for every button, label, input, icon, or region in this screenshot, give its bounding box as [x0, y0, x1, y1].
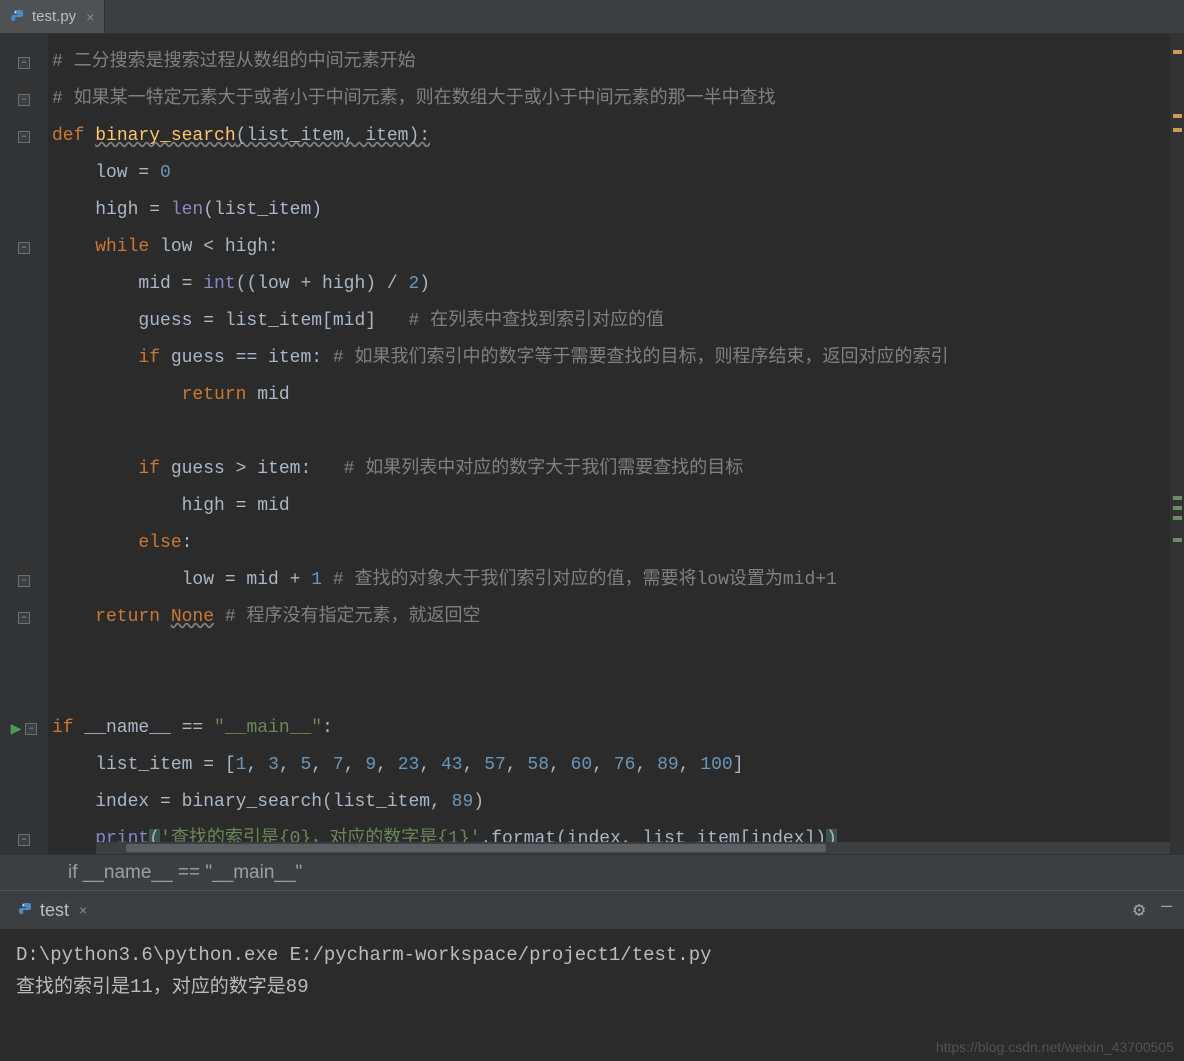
- watermark: https://blog.csdn.net/weixin_43700505: [936, 1039, 1174, 1055]
- comment: # 二分搜索是搜索过程从数组的中间元素开始: [52, 52, 416, 72]
- fold-icon[interactable]: −: [18, 131, 30, 143]
- console-line: 查找的索引是11，对应的数字是89: [16, 971, 1168, 1003]
- fold-icon[interactable]: −: [18, 612, 30, 624]
- horizontal-scrollbar[interactable]: [96, 842, 1170, 854]
- editor-area: − − − − − − ▶− − # 二分搜索是搜索过程从数组的中间元素开始 #…: [0, 34, 1184, 854]
- function-name: binary_search: [95, 126, 235, 146]
- breadcrumb[interactable]: if __name__ == "__main__": [68, 862, 302, 884]
- error-stripe[interactable]: [1170, 34, 1184, 854]
- run-tab-label: test: [40, 900, 69, 921]
- code-panel[interactable]: # 二分搜索是搜索过程从数组的中间元素开始 # 如果某一特定元素大于或者小于中间…: [48, 34, 1184, 854]
- minimize-icon[interactable]: —: [1161, 897, 1172, 923]
- fold-icon[interactable]: −: [18, 57, 30, 69]
- close-icon[interactable]: ×: [86, 9, 94, 25]
- console-output[interactable]: D:\python3.6\python.exe E:/pycharm-works…: [0, 929, 1184, 1013]
- scrollbar-thumb[interactable]: [126, 844, 826, 852]
- fold-icon[interactable]: −: [25, 723, 37, 735]
- console-line: D:\python3.6\python.exe E:/pycharm-works…: [16, 939, 1168, 971]
- tab-test-py[interactable]: test.py ×: [0, 0, 105, 33]
- run-gutter-icon[interactable]: ▶: [11, 718, 22, 740]
- list-literal-line: list_item = [1, 3, 5, 7, 9, 23, 43, 57, …: [48, 747, 1184, 784]
- run-tab-test[interactable]: test ×: [12, 896, 93, 925]
- python-file-icon: [18, 902, 34, 918]
- fold-icon[interactable]: −: [18, 834, 30, 846]
- python-file-icon: [10, 9, 26, 25]
- close-icon[interactable]: ×: [79, 902, 87, 918]
- comment: # 如果某一特定元素大于或者小于中间元素，则在数组大于或小于中间元素的那一半中查…: [52, 89, 776, 109]
- tab-filename: test.py: [32, 8, 76, 25]
- editor-tab-bar: test.py ×: [0, 0, 1184, 34]
- gutter: − − − − − − ▶− −: [0, 34, 48, 854]
- tool-window-header: test × ⚙ —: [0, 891, 1184, 929]
- run-tool-window: test × ⚙ — D:\python3.6\python.exe E:/py…: [0, 890, 1184, 1013]
- fold-icon[interactable]: −: [18, 242, 30, 254]
- fold-icon[interactable]: −: [18, 94, 30, 106]
- breadcrumb-bar: if __name__ == "__main__": [0, 854, 1184, 890]
- fold-icon[interactable]: −: [18, 575, 30, 587]
- gear-icon[interactable]: ⚙: [1133, 897, 1145, 923]
